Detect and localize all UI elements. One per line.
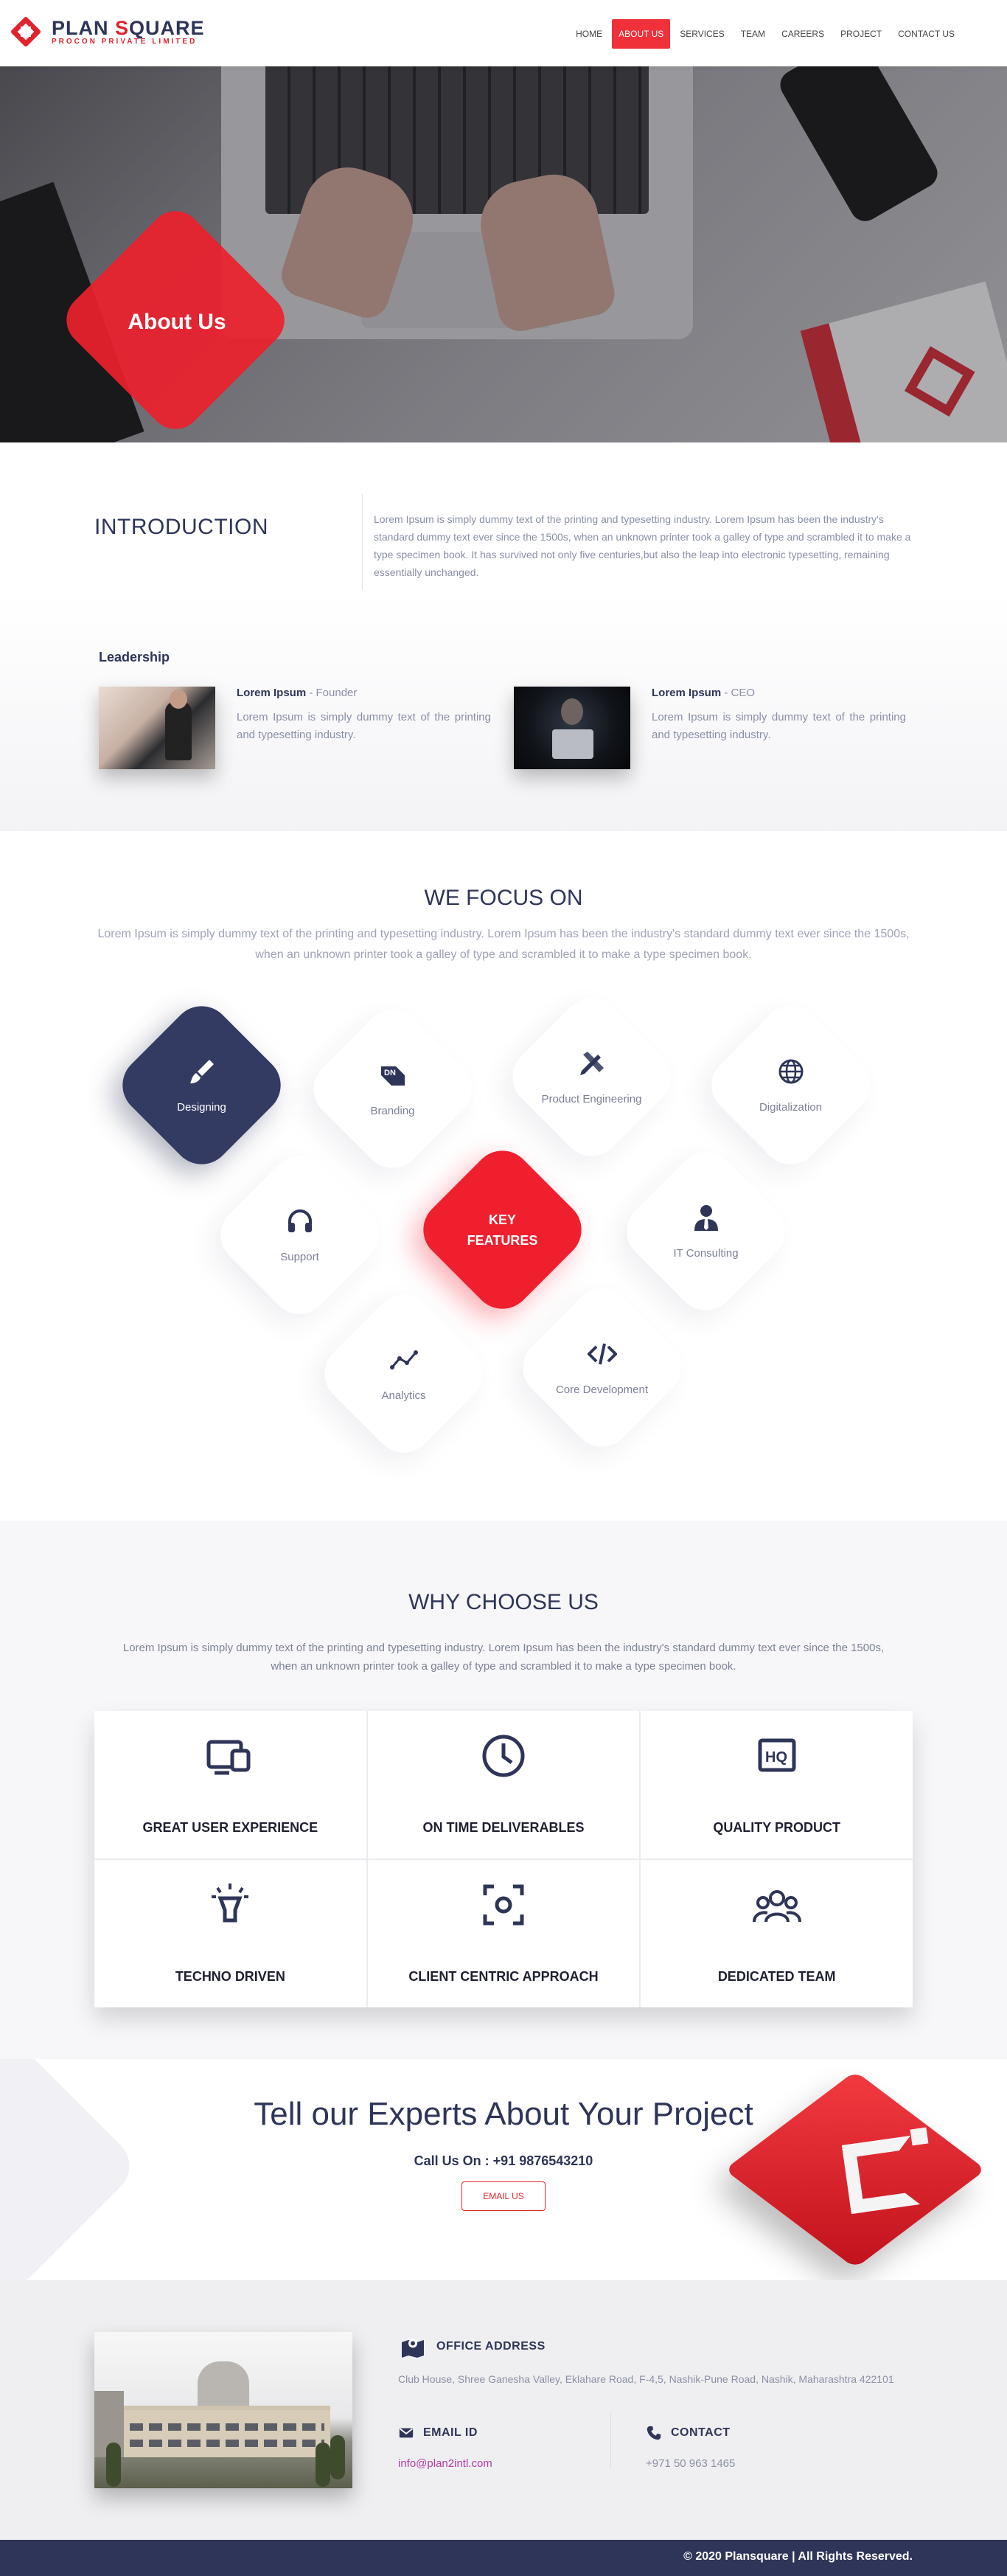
nav-project[interactable]: PROJECT: [834, 19, 888, 49]
bulb-icon: [212, 1884, 249, 1923]
phone-icon: [647, 2426, 661, 2440]
svg-text:HQ: HQ: [765, 1749, 787, 1766]
contact-section: OFFICE ADDRESS Club House, Shree Ganesha…: [0, 2280, 1007, 2540]
leader-card: Lorem Ipsum - Founder Lorem Ipsum is sim…: [99, 687, 497, 775]
tile-product-engineering[interactable]: Product Engineering: [500, 985, 683, 1169]
feature-card: DEDICATED TEAM: [641, 1860, 913, 2007]
tile-core-development[interactable]: Core Development: [510, 1276, 694, 1459]
paintbrush-icon: [189, 1060, 214, 1083]
globe-icon: [778, 1059, 803, 1084]
tile-digitalization[interactable]: Digitalization: [699, 993, 882, 1177]
cta-section: Tell our Experts About Your Project Call…: [0, 2059, 1007, 2280]
email-us-button[interactable]: EMAIL US: [461, 2181, 546, 2211]
divider: [362, 494, 363, 590]
nav-about-us[interactable]: ABOUT US: [612, 19, 671, 49]
divider: [610, 2413, 611, 2469]
site-header: PLAN SQUARE PROCON PRIVATE LIMITED HOME …: [0, 0, 1007, 66]
logo-tagline: PROCON PRIVATE LIMITED: [52, 37, 198, 46]
features-grid: GREAT USER EXPERIENCE ON TIME DELIVERABL…: [94, 1711, 913, 2007]
nav-home[interactable]: HOME: [569, 19, 609, 49]
hero-title: About Us: [128, 310, 226, 334]
user-tie-icon: [694, 1205, 718, 1231]
ceo-photo: [514, 687, 630, 769]
tile-support[interactable]: Support: [208, 1143, 391, 1327]
map-marker-icon: [402, 2339, 424, 2358]
pencil-ruler-icon: [579, 1052, 604, 1075]
introduction-section: INTRODUCTION Lorem Ipsum is simply dummy…: [0, 442, 1007, 595]
hero-banner: About Us: [0, 66, 1007, 442]
focus-title: WE FOCUS ON: [424, 886, 583, 910]
leadership-title: Leadership: [99, 650, 170, 664]
office-address: Club House, Shree Ganesha Valley, Eklaha…: [398, 2373, 894, 2385]
tile-branding[interactable]: DN Branding: [301, 997, 484, 1181]
focus-icon: [483, 1884, 524, 1926]
leader-desc: Lorem Ipsum is simply dummy text of the …: [652, 711, 906, 741]
introduction-title: INTRODUCTION: [94, 515, 268, 539]
logo-title: PLAN SQUARE: [52, 16, 205, 39]
why-choose-section: WHY CHOOSE US Lorem Ipsum is simply dumm…: [0, 1521, 1007, 2059]
nav-careers[interactable]: CAREERS: [775, 19, 831, 49]
phone-number[interactable]: +971 50 963 1465: [646, 2457, 735, 2470]
feature-card: CLIENT CENTRIC APPROACH: [367, 1860, 640, 2007]
logo-mark-icon: [9, 15, 43, 49]
copyright-text: © 2020 Plansquare | All Rights Reserved.: [683, 2550, 913, 2563]
leader-card: Lorem Ipsum - CEO Lorem Ipsum is simply …: [514, 687, 912, 775]
leader-desc: Lorem Ipsum is simply dummy text of the …: [237, 711, 491, 741]
focus-text: Lorem Ipsum is simply dummy text of the …: [97, 928, 910, 961]
feature-card: ON TIME DELIVERABLES: [367, 1711, 640, 1858]
feature-card: HQ QUALITY PRODUCT: [641, 1711, 913, 1858]
devices-icon: [206, 1740, 251, 1775]
hq-icon: HQ: [758, 1738, 796, 1772]
feature-card: TECHNO DRIVEN: [94, 1860, 366, 2007]
svg-text:DN: DN: [384, 1069, 396, 1077]
introduction-text: Lorem Ipsum is simply dummy text of the …: [374, 513, 911, 578]
clock-icon: [482, 1735, 525, 1777]
nav-services[interactable]: SERVICES: [673, 19, 731, 49]
focus-section: WE FOCUS ON Lorem Ipsum is simply dummy …: [0, 831, 1007, 1521]
email-heading: EMAIL ID: [398, 2425, 478, 2441]
chart-line-icon: [389, 1350, 418, 1369]
contact-heading: CONTACT: [646, 2425, 731, 2441]
headphones-icon: [288, 1209, 312, 1232]
logo[interactable]: PLAN SQUARE PROCON PRIVATE LIMITED: [9, 15, 205, 49]
tile-analytics[interactable]: Analytics: [312, 1282, 495, 1465]
tile-it-consulting[interactable]: IT Consulting: [614, 1139, 798, 1323]
founder-photo: [99, 687, 215, 769]
team-icon: [752, 1890, 801, 1923]
envelope-icon: [399, 2428, 414, 2438]
leader-name: Lorem Ipsum - Founder: [237, 687, 358, 699]
copyright-bar: © 2020 Plansquare | All Rights Reserved.: [0, 2540, 1007, 2576]
logo-cube-mark-icon: [841, 2135, 921, 2215]
tile-key-features[interactable]: KEY FEATURES: [411, 1138, 594, 1322]
tile-designing[interactable]: Designing: [110, 993, 293, 1177]
nav-contact-us[interactable]: CONTACT US: [891, 19, 961, 49]
office-building-photo: [94, 2332, 352, 2488]
why-title: WHY CHOOSE US: [408, 1590, 599, 1614]
leader-name: Lorem Ipsum - CEO: [652, 687, 756, 699]
main-nav: HOME ABOUT US SERVICES TEAM CAREERS PROJ…: [569, 19, 961, 49]
leadership-section: Leadership Lorem Ipsum - Founder Lorem I…: [0, 595, 1007, 831]
why-text: Lorem Ipsum is simply dummy text of the …: [122, 1642, 885, 1673]
branding-icon: DN: [380, 1066, 405, 1086]
office-address-heading: OFFICE ADDRESS: [398, 2333, 546, 2360]
nav-team[interactable]: TEAM: [734, 19, 772, 49]
email-link[interactable]: info@plan2intl.com: [398, 2457, 492, 2470]
feature-card: GREAT USER EXPERIENCE: [94, 1711, 366, 1858]
code-icon: [587, 1343, 617, 1365]
